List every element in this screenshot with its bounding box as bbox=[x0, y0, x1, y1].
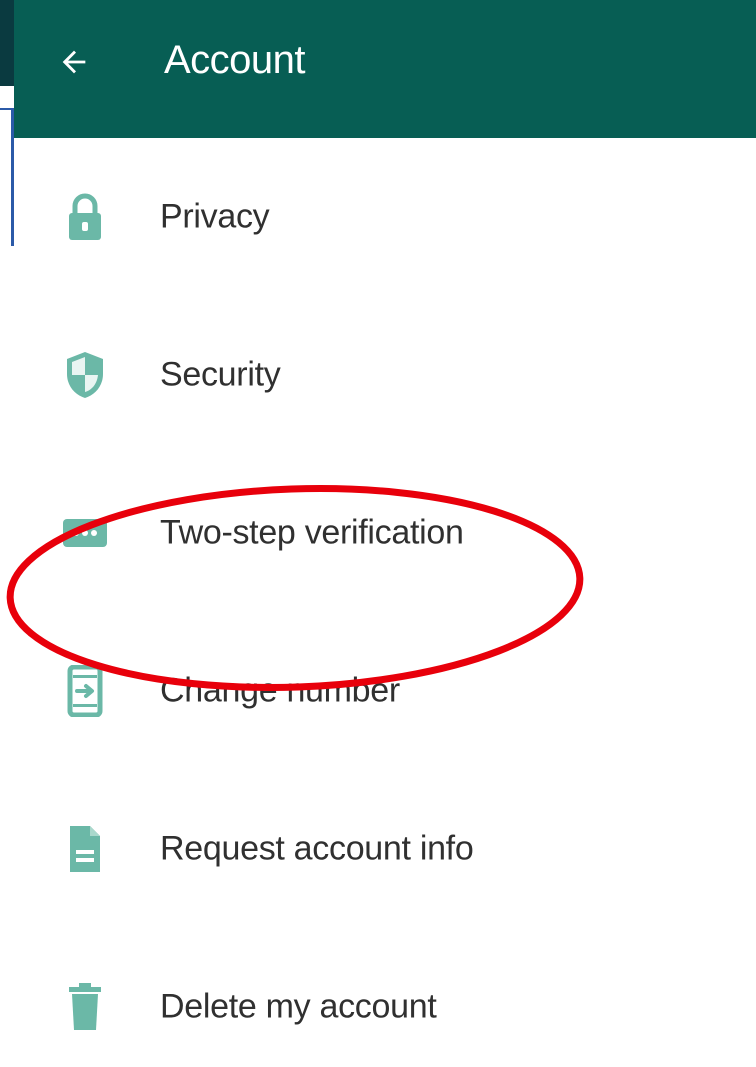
menu-item-label: Request account info bbox=[160, 829, 474, 868]
back-button[interactable] bbox=[50, 38, 98, 86]
shield-icon bbox=[58, 348, 112, 402]
menu-item-label: Delete my account bbox=[160, 987, 437, 1026]
menu-item-change-number[interactable]: Change number bbox=[0, 612, 756, 770]
menu-item-request-account-info[interactable]: Request account info bbox=[0, 770, 756, 928]
menu-item-security[interactable]: Security bbox=[0, 296, 756, 454]
dots-keypad-icon bbox=[58, 506, 112, 560]
document-icon bbox=[58, 822, 112, 876]
menu-item-privacy[interactable]: Privacy bbox=[0, 138, 756, 296]
trash-icon bbox=[58, 980, 112, 1034]
adjacent-header-edge bbox=[0, 0, 14, 86]
account-settings-screen: Account Privacy Security Two-step verifi… bbox=[0, 0, 756, 1067]
lock-icon bbox=[58, 190, 112, 244]
menu-item-label: Privacy bbox=[160, 197, 270, 236]
page-title: Account bbox=[164, 38, 306, 82]
menu-item-label: Two-step verification bbox=[160, 513, 464, 552]
account-menu-list: Privacy Security Two-step verification C… bbox=[0, 138, 756, 1067]
menu-item-label: Change number bbox=[160, 671, 400, 710]
menu-item-delete-my-account[interactable]: Delete my account bbox=[0, 928, 756, 1067]
arrow-left-icon bbox=[62, 50, 86, 74]
menu-item-label: Security bbox=[160, 355, 281, 394]
phone-arrow-icon bbox=[58, 664, 112, 718]
app-bar: Account bbox=[14, 0, 756, 138]
menu-item-two-step-verification[interactable]: Two-step verification bbox=[0, 454, 756, 612]
